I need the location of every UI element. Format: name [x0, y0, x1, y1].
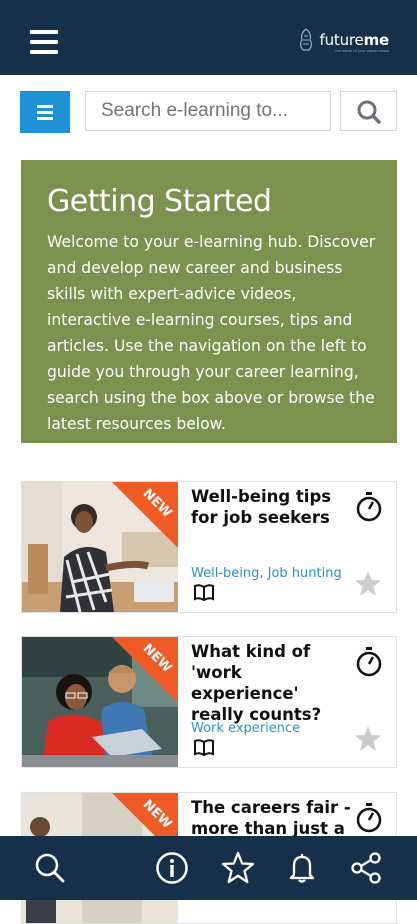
star-icon[interactable] [221, 851, 255, 885]
card-title[interactable]: Well-being tips for job seekers [191, 486, 351, 528]
card-title[interactable]: The careers fair - more than just a [191, 797, 351, 839]
getting-started-panel: Getting Started Welcome to your e-learni… [21, 160, 397, 443]
card-tags[interactable]: Work experience [191, 721, 300, 736]
bell-icon[interactable] [285, 851, 319, 885]
resource-card[interactable]: NEW What kind of 'work experience' reall… [21, 636, 397, 768]
search-icon [357, 100, 381, 124]
logo-mark-icon [299, 28, 312, 51]
hamburger-menu-icon[interactable] [30, 30, 58, 54]
share-icon[interactable] [349, 851, 383, 885]
timer-icon [356, 803, 382, 833]
category-menu-button[interactable] [20, 91, 70, 133]
card-thumbnail: NEW [22, 482, 178, 612]
logo-text: futureme [319, 31, 390, 49]
timer-icon [356, 647, 382, 677]
book-icon [194, 739, 214, 757]
info-icon[interactable] [155, 851, 189, 885]
hero-title: Getting Started [47, 184, 272, 219]
search-button[interactable] [340, 91, 397, 131]
favorite-star-icon[interactable] [354, 725, 382, 753]
book-icon [194, 584, 214, 602]
card-title[interactable]: What kind of 'work experience' really co… [191, 641, 351, 725]
timer-icon [356, 492, 382, 522]
resource-card[interactable]: NEW Well-being tips for job seekers Well… [21, 481, 397, 613]
search-icon[interactable] [33, 851, 67, 885]
search-input[interactable] [85, 91, 331, 131]
favorite-star-icon[interactable] [354, 570, 382, 598]
card-tags[interactable]: Well-being, Job hunting [191, 566, 342, 581]
top-app-bar: futureme the future of your career start… [0, 0, 417, 75]
card-thumbnail: NEW [22, 637, 178, 767]
logo-tagline: the future of your career starts [335, 48, 389, 53]
bottom-navigation [0, 836, 417, 900]
hero-body: Welcome to your e-learning hub. Discover… [47, 233, 376, 433]
